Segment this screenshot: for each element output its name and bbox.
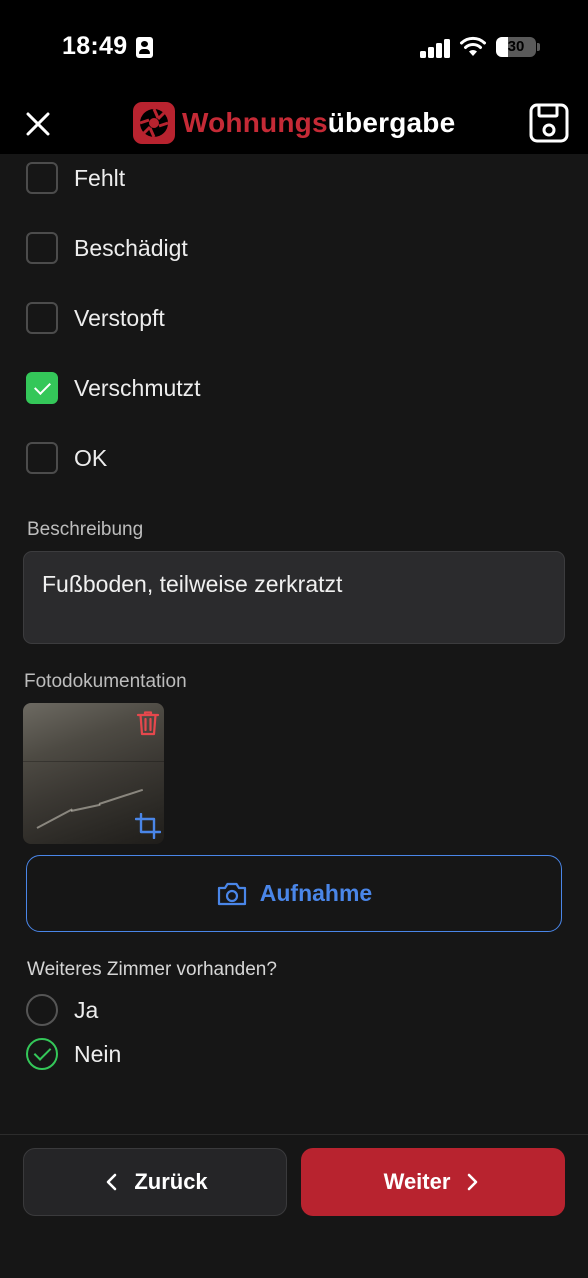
checkbox-box[interactable] — [26, 442, 58, 474]
footer-nav: Zurück Weiter — [0, 1134, 588, 1278]
checkbox-box-checked[interactable] — [26, 372, 58, 404]
next-button[interactable]: Weiter — [301, 1148, 565, 1216]
logo-text-part2: übergabe — [327, 107, 456, 138]
description-label: Beschreibung — [27, 519, 144, 540]
checkbox-label: Verschmutzt — [74, 374, 201, 401]
checkbox-fehlt[interactable]: Fehlt — [26, 161, 125, 195]
checkbox-box[interactable] — [26, 302, 58, 334]
status-time: 18:49 — [62, 32, 128, 60]
camera-icon — [217, 882, 246, 905]
description-field[interactable]: Fußboden, teilweise zerkratzt — [23, 551, 565, 644]
app-logo: Wohnungsübergabe — [133, 100, 455, 146]
capture-photo-button[interactable]: Aufnahme — [26, 855, 562, 932]
app-header: Wohnungsübergabe — [0, 92, 588, 154]
radio-nein[interactable]: Nein — [26, 1038, 121, 1070]
save-icon[interactable] — [528, 102, 570, 144]
another-room-question: Weiteres Zimmer vorhanden? — [27, 959, 277, 980]
close-icon[interactable] — [22, 108, 54, 140]
checkbox-ok[interactable]: OK — [26, 441, 107, 475]
radio-button-checked[interactable] — [26, 1038, 58, 1070]
radio-label: Nein — [74, 1040, 122, 1067]
battery-level: 30 — [507, 38, 525, 55]
crop-icon[interactable] — [135, 813, 161, 839]
battery-icon: 30 — [496, 37, 536, 57]
checkbox-box[interactable] — [26, 162, 58, 194]
cellular-signal-icon — [420, 38, 452, 58]
wifi-icon — [460, 36, 486, 56]
next-button-label: Weiter — [383, 1169, 451, 1194]
checkbox-label: Beschädigt — [74, 234, 188, 261]
floor-scratch — [36, 808, 73, 829]
checkbox-box[interactable] — [26, 232, 58, 264]
checkbox-beschaedigt[interactable]: Beschädigt — [26, 231, 188, 265]
checkbox-label: Fehlt — [74, 164, 126, 191]
chevron-right-icon — [468, 1173, 478, 1191]
logo-text-part1: Wohnungs — [182, 107, 328, 138]
chevron-left-icon — [107, 1173, 117, 1191]
checkbox-label: OK — [74, 444, 108, 471]
checkbox-label: Verstopft — [74, 304, 165, 331]
checkbox-verstopft[interactable]: Verstopft — [26, 301, 165, 335]
radio-ja[interactable]: Ja — [26, 994, 98, 1026]
contact-card-icon — [136, 37, 153, 58]
floor-board-seam — [23, 761, 164, 762]
floor-scratch — [98, 788, 144, 805]
trash-icon[interactable] — [136, 710, 160, 736]
back-button-label: Zurück — [134, 1169, 208, 1194]
capture-photo-label: Aufnahme — [259, 880, 373, 906]
shutter-logo-icon — [133, 102, 175, 144]
photo-thumbnail[interactable] — [23, 703, 164, 844]
radio-label: Ja — [74, 996, 99, 1023]
radio-button[interactable] — [26, 994, 58, 1026]
status-bar: 18:49 30 — [0, 0, 588, 92]
checkbox-verschmutzt[interactable]: Verschmutzt — [26, 371, 201, 405]
photo-section-label: Fotodokumentation — [24, 671, 187, 692]
floor-scratch — [70, 803, 101, 812]
form-content: Fehlt Beschädigt Verstopft Verschmutzt O… — [0, 154, 588, 1134]
back-button[interactable]: Zurück — [23, 1148, 287, 1216]
battery-tip — [537, 43, 540, 51]
